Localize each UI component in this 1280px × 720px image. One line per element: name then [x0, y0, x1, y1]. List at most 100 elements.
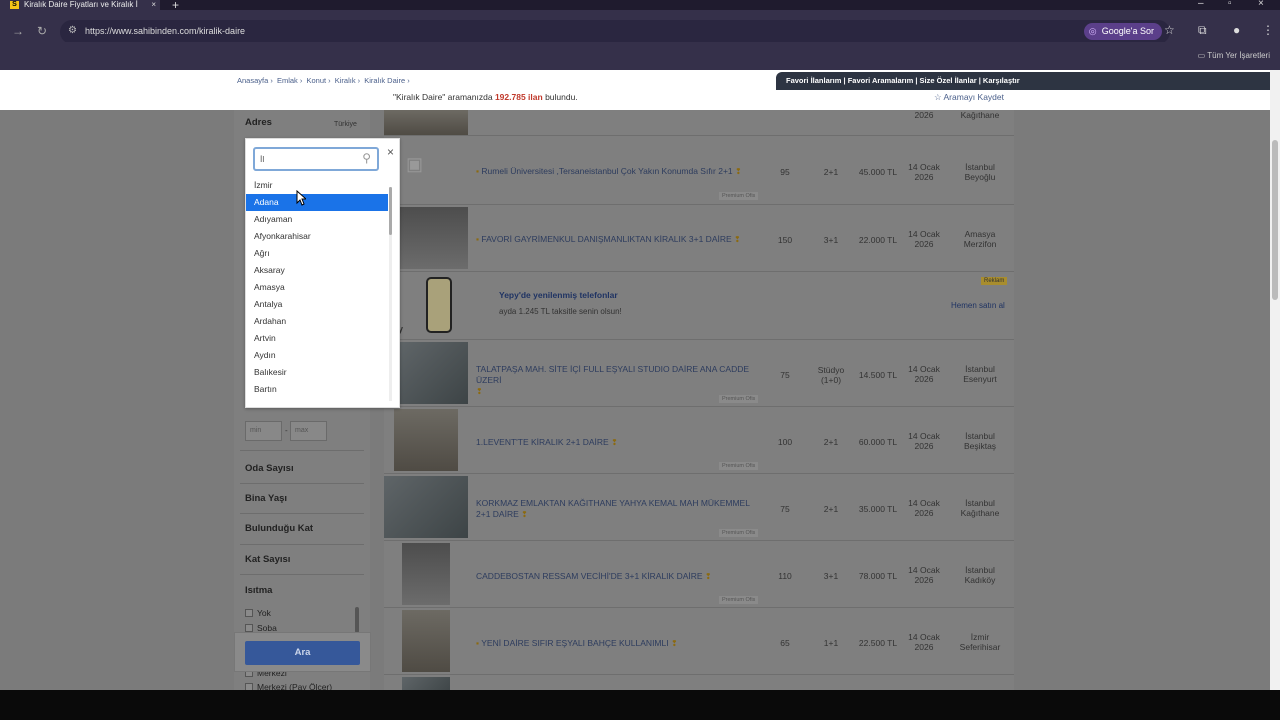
close-icon[interactable]: × — [387, 145, 394, 159]
table-row[interactable]: ▪ YENİ DAİRE SIFIR EŞYALI BAHÇE KULLANIM… — [384, 608, 1014, 675]
filter-kat-sayisi[interactable]: Kat Sayısı — [245, 554, 290, 565]
premium-badge: Premium Ofis — [719, 529, 759, 537]
filter-bulundugu-kat[interactable]: Bulunduğu Kat — [245, 523, 313, 534]
province-option[interactable]: Aksaray — [246, 262, 388, 279]
min-input[interactable]: min — [245, 421, 282, 441]
minimize-icon[interactable]: – — [1198, 0, 1204, 9]
province-option[interactable]: İzmir — [246, 177, 388, 194]
checkbox[interactable] — [245, 683, 253, 690]
breadcrumb-item[interactable]: Kiralık Daire › — [364, 76, 409, 85]
checkbox[interactable] — [245, 624, 253, 632]
google-ask-button[interactable]: ◎ Google'a Sor — [1083, 23, 1162, 40]
forward-icon[interactable]: → — [12, 24, 24, 38]
extensions-icon[interactable]: ⧉ — [1198, 23, 1207, 38]
listing-thumbnail[interactable] — [402, 543, 450, 605]
ad-title[interactable]: Yepy'de yenilenmiş telefonlar — [499, 290, 618, 300]
dropdown-scrollbar[interactable] — [389, 187, 392, 401]
all-bookmarks-button[interactable]: ▭ Tüm Yer İşaretleri — [1198, 51, 1270, 60]
mouse-cursor-icon — [296, 190, 306, 206]
listing-thumbnail[interactable] — [400, 207, 468, 269]
table-row[interactable]: TALATPAŞA MAH. SİTE İÇİ FULL EŞYALI STUD… — [384, 340, 1014, 407]
search-icon: ⚲ — [362, 151, 371, 165]
province-search-input[interactable]: İl ⚲ — [253, 147, 379, 171]
browser-tab[interactable]: S Kiralık Daire Fiyatları ve Kiralık İ × — [0, 0, 160, 10]
province-option[interactable]: Ağrı — [246, 245, 388, 262]
breadcrumb-item[interactable]: Emlak › — [277, 76, 302, 85]
listing-date: 14 Ocak 2026 — [908, 565, 940, 585]
filter-scrollbar[interactable] — [355, 607, 359, 633]
table-row[interactable]: 1.LEVENT'TE KİRALIK 2+1 DAİRE ❢ Premium … — [384, 407, 1014, 474]
close-window-icon[interactable]: × — [1258, 0, 1264, 9]
heat-option-merkezi-pay[interactable]: Merkezi (Pay Ölçer) — [245, 682, 332, 690]
checkbox[interactable] — [245, 609, 253, 617]
filter-isitma[interactable]: Isıtma — [245, 585, 272, 596]
province-option[interactable]: Amasya — [246, 279, 388, 296]
table-row[interactable]: ▪ Rumeli Üniversitesi ,Tersaneistanbul Ç… — [384, 136, 1014, 205]
listing-title[interactable]: ▪ Rumeli Üniversitesi ,Tersaneistanbul Ç… — [476, 166, 766, 177]
breadcrumb-item[interactable]: Anasayfa › — [237, 76, 273, 85]
heat-option-yok[interactable]: Yok — [245, 608, 271, 618]
maximize-icon[interactable]: ▫ — [1228, 0, 1232, 9]
listing-price: 60.000 TL — [858, 437, 898, 447]
ad-badge: Reklam — [981, 277, 1008, 285]
listing-title[interactable]: ▪ FAVORİ GAYRİMENKUL DANIŞMANLIKTAN KİRA… — [476, 234, 766, 245]
filter-bina-yasi[interactable]: Bina Yaşı — [245, 493, 287, 504]
bookmarks-bar: ▭ Tüm Yer İşaretleri — [0, 42, 1280, 70]
profile-avatar-icon[interactable]: ● — [1233, 23, 1240, 37]
province-option[interactable]: Afyonkarahisar — [246, 228, 388, 245]
table-row[interactable]: CADDEBOSTAN RESSAM VECİHİ'DE 3+1 KİRALIK… — [384, 541, 1014, 608]
listing-location: Kağıthane — [960, 110, 1000, 120]
table-row[interactable]: 2026 Kağıthane — [384, 110, 1014, 136]
listing-price: 14.500 TL — [858, 370, 898, 380]
listing-title[interactable]: CADDEBOSTAN RESSAM VECİHİ'DE 3+1 KİRALIK… — [476, 571, 766, 582]
reload-icon[interactable]: ↻ — [37, 24, 47, 38]
close-tab-icon[interactable]: × — [151, 0, 156, 10]
province-option[interactable]: Artvin — [246, 330, 388, 347]
address-bar[interactable]: ⚙ https://www.sahibinden.com/kiralik-dai… — [60, 20, 1170, 44]
listing-title[interactable]: 1.LEVENT'TE KİRALIK 2+1 DAİRE ❢ — [476, 437, 766, 448]
listing-title[interactable]: ▪ YENİ DAİRE SIFIR EŞYALI BAHÇE KULLANIM… — [476, 638, 766, 649]
ad-cta-link[interactable]: Hemen satın al — [951, 301, 1005, 310]
listing-title[interactable]: TALATPAŞA MAH. SİTE İÇİ FULL EŞYALI STUD… — [476, 364, 766, 397]
save-search-link[interactable]: ☆ Aramayı Kaydet — [934, 92, 1004, 103]
address-heading: Adres — [245, 117, 272, 128]
search-button[interactable]: Ara — [245, 641, 360, 665]
listing-m2: 150 — [777, 235, 793, 245]
listing-m2: 75 — [780, 370, 790, 380]
listing-thumbnail[interactable] — [402, 677, 450, 690]
range-dash: - — [285, 426, 288, 435]
breadcrumb-item[interactable]: Kiralık › — [335, 76, 360, 85]
province-option[interactable]: Antalya — [246, 296, 388, 313]
listing-thumbnail[interactable] — [384, 110, 468, 135]
table-row[interactable]: ▪ FAVORİ GAYRİMENKUL DANIŞMANLIKTAN KİRA… — [384, 205, 1014, 272]
menu-icon[interactable]: ⋮ — [1262, 23, 1274, 37]
premium-badge: Premium Ofis — [719, 395, 759, 403]
province-option[interactable]: Aydın — [246, 347, 388, 364]
scrollbar-thumb[interactable] — [1272, 140, 1278, 300]
listing-date: 2026 — [914, 110, 934, 120]
listing-m2: 65 — [780, 638, 790, 648]
province-option[interactable]: Balıkesir — [246, 364, 388, 381]
listing-thumbnail[interactable] — [384, 476, 468, 538]
listing-title[interactable]: KORKMAZ EMLAKTAN KAĞITHANE YAHYA KEMAL M… — [476, 498, 766, 520]
advertisement-row[interactable]: y Yepy'de yenilenmiş telefonlar ayda 1.2… — [384, 272, 1014, 340]
max-input[interactable]: max — [290, 421, 327, 441]
province-option[interactable]: Bartın — [246, 381, 388, 398]
site-info-icon[interactable]: ⚙ — [68, 25, 77, 36]
listing-thumbnail[interactable] — [402, 610, 450, 672]
filter-oda-sayisi[interactable]: Oda Sayısı — [245, 463, 294, 474]
province-option[interactable]: Ardahan — [246, 313, 388, 330]
url-text: https://www.sahibinden.com/kiralik-daire — [85, 26, 246, 36]
bookmark-star-icon[interactable]: ☆ — [1164, 23, 1175, 37]
table-row[interactable] — [384, 675, 1014, 690]
province-option-selected[interactable]: Adana — [246, 194, 388, 211]
listing-thumbnail[interactable] — [400, 342, 468, 404]
breadcrumb-item[interactable]: Konut › — [306, 76, 330, 85]
province-option[interactable]: Adıyaman — [246, 211, 388, 228]
user-quick-links[interactable]: Favori İlanlarım | Favori Aramalarım | S… — [776, 72, 1270, 90]
listing-thumbnail[interactable] — [394, 409, 458, 471]
listing-rooms: Stüdyo (1+0) — [817, 365, 845, 385]
page-scrollbar[interactable] — [1270, 70, 1280, 690]
scrollbar-thumb[interactable] — [389, 187, 392, 235]
table-row[interactable]: KORKMAZ EMLAKTAN KAĞITHANE YAHYA KEMAL M… — [384, 474, 1014, 541]
